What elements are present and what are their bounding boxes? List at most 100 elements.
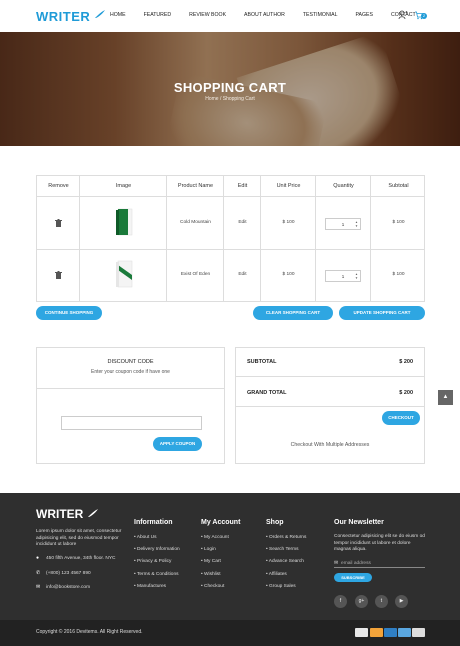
- facebook-icon[interactable]: f: [334, 595, 347, 608]
- unit-price: $ 100: [282, 272, 295, 277]
- subtotal-value: $ 200: [399, 359, 413, 365]
- row-divider: [37, 249, 424, 250]
- row-subtotal: $ 100: [392, 220, 405, 225]
- row-subtotal: $ 100: [392, 272, 405, 277]
- header-icons: 2: [398, 10, 427, 20]
- totals-divider: [236, 406, 424, 407]
- logo-text: WRITER: [36, 9, 91, 24]
- footer-link[interactable]: My Account: [201, 535, 229, 540]
- header-divider: [37, 196, 424, 197]
- feather-icon: [87, 509, 98, 517]
- trash-icon[interactable]: [55, 219, 62, 227]
- chevron-up-icon: ▲: [442, 394, 449, 400]
- footer-about-text: Lorem ipsum dolor sit amet, consectetur …: [36, 529, 122, 547]
- site-header: WRITER HOME FEATURED REVIEW BOOK ABOUT A…: [0, 0, 460, 32]
- footer-logo[interactable]: WRITER: [36, 507, 99, 521]
- nav-about-author[interactable]: ABOUT AUTHOR: [244, 12, 285, 18]
- edit-link[interactable]: Edit: [224, 272, 261, 277]
- footer-link[interactable]: Group Sales: [266, 584, 296, 589]
- footer-link[interactable]: Manufactures: [134, 584, 166, 589]
- quantity-stepper[interactable]: 1 ▲ ▼: [325, 270, 361, 282]
- th-quantity: Quantity: [333, 183, 354, 189]
- footer-heading-my-account: My Account: [201, 519, 241, 526]
- edit-link[interactable]: Edit: [224, 220, 261, 225]
- user-icon[interactable]: [398, 10, 408, 20]
- footer-link[interactable]: Wishlist: [201, 572, 221, 577]
- product-name[interactable]: Cold Mountain: [167, 220, 224, 225]
- discount-subtitle: Enter your coupon code if have one: [91, 369, 170, 375]
- trash-icon[interactable]: [55, 271, 62, 279]
- footer-link[interactable]: My Cart: [201, 559, 221, 564]
- multi-address-checkout-link[interactable]: Checkout With Multiple Addresses: [236, 442, 424, 448]
- footer-heading-newsletter: Our Newsletter: [334, 519, 384, 526]
- checkout-button[interactable]: CHECKOUT: [382, 411, 420, 425]
- breadcrumb: Home / Shopping Cart: [205, 96, 255, 102]
- continue-shopping-button[interactable]: CONTINUE SHOPPING: [36, 306, 102, 320]
- twitter-icon[interactable]: t: [375, 595, 388, 608]
- footer-heading-information: Information: [134, 519, 173, 526]
- address-text: 450 fifth Avenue, 34th floor. NYC: [46, 556, 116, 561]
- coupon-input[interactable]: [61, 416, 202, 430]
- page-banner: SHOPPING CART Home / Shopping Cart: [0, 32, 460, 146]
- site-logo[interactable]: WRITER: [36, 9, 106, 24]
- email-text: info@bookstore.com: [46, 585, 91, 590]
- footer-link[interactable]: Advance Search: [266, 559, 304, 564]
- quantity-stepper[interactable]: 1 ▲ ▼: [325, 218, 361, 230]
- footer-link[interactable]: Delivery Information: [134, 547, 180, 552]
- clear-cart-button[interactable]: CLEAR SHOPPING CART: [253, 306, 333, 320]
- google-plus-icon[interactable]: g+: [355, 595, 368, 608]
- product-name[interactable]: Exist Of Eden: [167, 272, 224, 277]
- location-pin-icon: ●: [36, 555, 40, 561]
- subscribe-button[interactable]: SUBSCRIBE: [334, 573, 372, 582]
- footer-link[interactable]: Checkout: [201, 584, 224, 589]
- nav-featured[interactable]: FEATURED: [144, 12, 172, 18]
- footer-link[interactable]: Login: [201, 547, 216, 552]
- phone-icon: ✆: [36, 570, 41, 576]
- quantity-value: 1: [341, 274, 345, 279]
- th-edit: Edit: [237, 183, 248, 189]
- maestro-icon: [398, 628, 411, 637]
- col-remove: [37, 176, 80, 301]
- stepper-arrows-icon[interactable]: ▲ ▼: [355, 220, 358, 228]
- mail-icon: ✉: [334, 561, 339, 566]
- nav-review-book[interactable]: REVIEW BOOK: [189, 12, 226, 18]
- th-unit-price: Unit Price: [276, 183, 301, 189]
- footer-link[interactable]: About Us: [134, 535, 157, 540]
- newsletter-placeholder: email address: [341, 561, 371, 566]
- footer-logo-text: WRITER: [36, 507, 84, 521]
- nav-testimonial[interactable]: TESTIMONIAL: [303, 12, 338, 18]
- unit-price: $ 100: [282, 220, 295, 225]
- mastercard-icon: [370, 628, 383, 637]
- cart-count-badge: 2: [421, 13, 427, 19]
- footer-link[interactable]: Terms & Conditions: [134, 572, 179, 577]
- grand-total-label: GRAND TOTAL: [247, 390, 287, 396]
- youtube-icon[interactable]: ▶: [395, 595, 408, 608]
- apply-coupon-button[interactable]: APPLY COUPON: [153, 437, 202, 451]
- newsletter-email-input[interactable]: ✉ email address: [334, 559, 425, 568]
- cart-button[interactable]: 2: [414, 10, 427, 20]
- col-qty: [316, 176, 371, 301]
- discount-title: DISCOUNT CODE: [107, 359, 154, 365]
- footer-email[interactable]: ✉ info@bookstore.com: [36, 584, 90, 590]
- nav-pages[interactable]: PAGES: [355, 12, 373, 18]
- footer-link[interactable]: Privacy & Policy: [134, 559, 171, 564]
- footer-link[interactable]: Affiliates: [266, 572, 287, 577]
- nav-home[interactable]: HOME: [110, 12, 126, 18]
- update-cart-button[interactable]: UPDATE SHOPPING CART: [339, 306, 425, 320]
- copyright-text: Copyright © 2016 Devitems. All Right Res…: [36, 629, 143, 635]
- col-edit: [224, 176, 261, 301]
- discount-panel: DISCOUNT CODE Enter your coupon code if …: [36, 347, 225, 464]
- product-image-exist-of-eden[interactable]: [115, 260, 133, 288]
- stepper-arrows-icon[interactable]: ▲ ▼: [355, 272, 358, 280]
- mail-icon: ✉: [36, 584, 41, 590]
- totals-divider: [236, 376, 424, 377]
- footer-heading-shop: Shop: [266, 519, 284, 526]
- product-image-cold-mountain[interactable]: [115, 208, 133, 236]
- th-image: Image: [115, 183, 132, 189]
- th-remove: Remove: [48, 183, 69, 189]
- footer-link[interactable]: Search Terms: [266, 547, 299, 552]
- scroll-to-top-button[interactable]: ▲: [438, 390, 453, 405]
- grand-total-value: $ 200: [399, 390, 413, 396]
- footer-link[interactable]: Orders & Returns: [266, 535, 306, 540]
- amex-icon: [384, 628, 397, 637]
